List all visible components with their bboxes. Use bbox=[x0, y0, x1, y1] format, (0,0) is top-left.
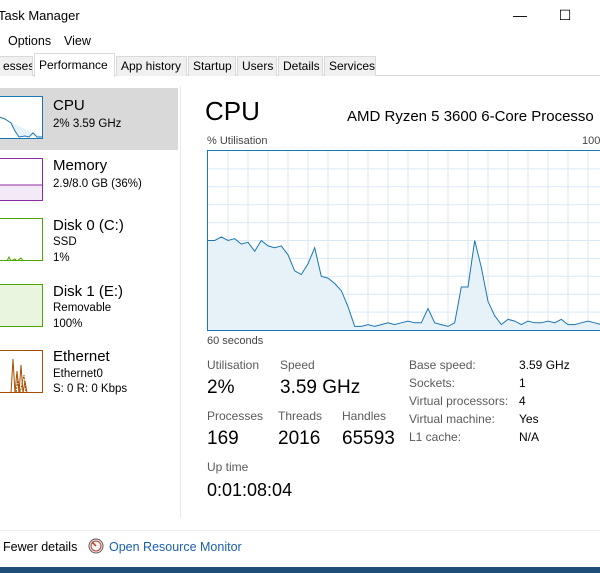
sidebar-item-detail: Ethernet0 bbox=[53, 368, 103, 380]
spec-value-sockets: 1 bbox=[519, 376, 526, 390]
processes-value: 169 bbox=[207, 428, 239, 449]
page-title: CPU bbox=[205, 96, 260, 126]
uptime-label: Up time bbox=[207, 460, 249, 474]
speed-label: Speed bbox=[280, 358, 315, 372]
tab-users[interactable]: Users bbox=[237, 56, 277, 76]
spec-value-base-speed: 3.59 GHz bbox=[519, 358, 570, 372]
sidebar-item-detail: 2.9/8.0 GB (36%) bbox=[53, 178, 142, 190]
utilisation-label: Utilisation bbox=[207, 358, 260, 372]
spec-label-l1-cache: L1 cache: bbox=[409, 430, 462, 444]
sidebar-item-detail: SSD bbox=[53, 236, 77, 248]
spec-label-base-speed: Base speed: bbox=[409, 358, 476, 372]
graph-y-label: % Utilisation bbox=[207, 135, 268, 147]
footer-divider bbox=[0, 530, 600, 531]
tab-startup[interactable]: Startup bbox=[188, 56, 236, 76]
cpu-area-fill bbox=[208, 236, 600, 330]
cpu-model-name: AMD Ryzen 5 3600 6-Core Processo bbox=[347, 108, 594, 125]
resource-sidebar: CPU 2% 3.59 GHz Memory 2.9/8.0 GB (36%) … bbox=[0, 86, 180, 518]
utilisation-value: 2% bbox=[207, 377, 235, 398]
menu-view[interactable]: View bbox=[64, 34, 91, 48]
sidebar-item-detail: 2% 3.59 GHz bbox=[53, 118, 122, 130]
spec-label-sockets: Sockets: bbox=[409, 376, 456, 390]
sidebar-item-detail: Removable bbox=[53, 302, 112, 314]
maximize-button[interactable]: ☐ bbox=[545, 4, 585, 26]
title-bar: Task Manager — ☐ bbox=[0, 0, 600, 30]
spec-label-virtual-machine: Virtual machine: bbox=[409, 412, 495, 426]
speed-value: 3.59 GHz bbox=[280, 377, 361, 398]
sidebar-item-memory[interactable]: Memory 2.9/8.0 GB (36%) bbox=[0, 150, 178, 212]
graph-time-label: 60 seconds bbox=[207, 335, 264, 347]
sidebar-item-throughput: S: 0 R: 0 Kbps bbox=[53, 383, 128, 395]
tab-details[interactable]: Details bbox=[278, 56, 323, 76]
tab-processes[interactable]: esses bbox=[0, 56, 33, 76]
tab-app-history[interactable]: App history bbox=[116, 56, 187, 76]
window-title: Task Manager bbox=[0, 8, 80, 23]
memory-thumbnail-graph bbox=[0, 158, 43, 201]
spec-value-virtual-machine: Yes bbox=[519, 412, 539, 426]
spec-label-virtual-processors: Virtual processors: bbox=[409, 394, 509, 408]
processes-label: Processes bbox=[207, 409, 264, 423]
sidebar-item-ethernet[interactable]: Ethernet Ethernet0 S: 0 R: 0 Kbps bbox=[0, 344, 178, 406]
handles-value: 65593 bbox=[342, 428, 395, 449]
sidebar-item-name: Disk 0 (C:) bbox=[53, 217, 124, 234]
fewer-details-link[interactable]: Fewer details bbox=[3, 540, 77, 554]
spec-value-virtual-processors: 4 bbox=[519, 394, 526, 408]
threads-label: Threads bbox=[278, 409, 323, 423]
graph-y-max-label: 100 bbox=[582, 135, 600, 147]
sidebar-item-name: Memory bbox=[53, 157, 108, 174]
spec-value-l1-cache: N/A bbox=[519, 430, 540, 444]
tab-bar: esses Performance App history Startup Us… bbox=[0, 53, 600, 77]
resource-monitor-icon bbox=[88, 538, 104, 554]
disk-0-thumbnail-graph bbox=[0, 218, 43, 261]
sidebar-item-name: Disk 1 (E:) bbox=[53, 283, 124, 300]
uptime-value: 0:01:08:04 bbox=[207, 480, 293, 500]
cpu-utilisation-graph bbox=[207, 150, 600, 331]
sidebar-item-disk-1[interactable]: Disk 1 (E:) Removable 100% bbox=[0, 278, 178, 340]
sidebar-item-usage: 1% bbox=[53, 252, 70, 264]
sidebar-item-cpu[interactable]: CPU 2% 3.59 GHz bbox=[0, 88, 178, 150]
tab-services[interactable]: Services bbox=[324, 56, 376, 76]
sidebar-divider bbox=[180, 86, 181, 518]
menu-bar: Options View bbox=[0, 30, 600, 52]
tab-performance[interactable]: Performance bbox=[34, 53, 115, 77]
disk-1-thumbnail-graph bbox=[0, 284, 43, 327]
open-resource-monitor-link[interactable]: Open Resource Monitor bbox=[109, 540, 242, 554]
menu-options[interactable]: Options bbox=[8, 34, 51, 48]
minimize-button[interactable]: — bbox=[500, 4, 540, 26]
handles-label: Handles bbox=[342, 409, 387, 423]
taskbar-edge bbox=[0, 567, 600, 573]
cpu-thumbnail-graph bbox=[0, 96, 43, 139]
sidebar-item-name: CPU bbox=[53, 97, 85, 114]
sidebar-item-name: Ethernet bbox=[53, 348, 110, 365]
cpu-graph-svg bbox=[208, 151, 600, 330]
sidebar-item-usage: 100% bbox=[53, 318, 83, 330]
ethernet-thumbnail-graph bbox=[0, 350, 43, 393]
sidebar-item-disk-0[interactable]: Disk 0 (C:) SSD 1% bbox=[0, 212, 178, 274]
threads-value: 2016 bbox=[278, 428, 321, 449]
